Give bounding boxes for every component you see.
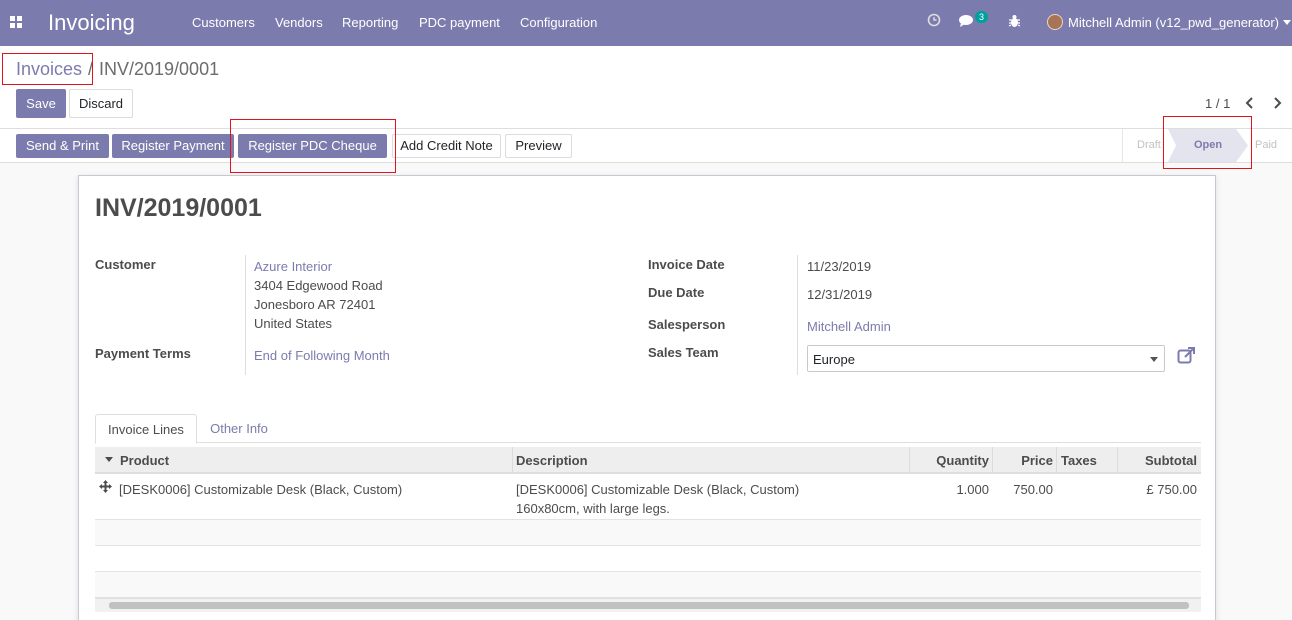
col-description[interactable]: Description — [516, 453, 588, 468]
annotation-box-open-stage — [1163, 116, 1252, 169]
salesperson-label: Salesperson — [648, 317, 726, 332]
col-quantity[interactable]: Quantity — [936, 453, 989, 468]
table-row[interactable]: [DESK0006] Customizable Desk (Black, Cus… — [95, 474, 1201, 520]
payment-terms-link[interactable]: End of Following Month — [254, 348, 390, 363]
statusbar: Send & Print Register Payment Register P… — [0, 128, 1292, 163]
menu-reporting[interactable]: Reporting — [342, 15, 398, 30]
control-panel: Invoices / INV/2019/0001 Save Discard 1 … — [0, 46, 1292, 128]
empty-row — [95, 546, 1201, 572]
customer-label: Customer — [95, 257, 156, 272]
sales-team-select[interactable]: Europe — [807, 345, 1165, 372]
apps-grid-icon[interactable] — [10, 16, 23, 29]
customer-address-line3: United States — [254, 316, 333, 331]
pager-value: 1 / 1 — [1205, 96, 1231, 111]
sales-team-label: Sales Team — [648, 345, 719, 360]
col-price[interactable]: Price — [1021, 453, 1053, 468]
menu-configuration[interactable]: Configuration — [520, 15, 597, 30]
register-payment-button[interactable]: Register Payment — [112, 134, 234, 158]
app-name: Invoicing — [48, 10, 135, 35]
row-description-line2: 160x80cm, with large legs. — [516, 501, 670, 516]
user-menu-name[interactable]: Mitchell Admin (v12_pwd_generator) — [1068, 15, 1279, 30]
left-group-divider — [245, 255, 246, 375]
sales-team-caret-icon — [1150, 357, 1158, 362]
scrollbar-thumb[interactable] — [109, 602, 1189, 609]
menu-customers[interactable]: Customers — [192, 15, 255, 30]
pager-previous-icon[interactable] — [1245, 97, 1255, 109]
tab-other-info[interactable]: Other Info — [197, 414, 281, 444]
payment-terms-label: Payment Terms — [95, 346, 191, 361]
due-date-value[interactable]: 12/31/2019 — [807, 287, 872, 302]
col-divider — [512, 447, 513, 472]
right-group-divider — [797, 255, 798, 375]
statusbar-divider — [1122, 129, 1123, 162]
drag-handle-icon[interactable] — [99, 480, 112, 493]
menu-vendors[interactable]: Vendors — [275, 15, 323, 30]
user-avatar[interactable] — [1047, 14, 1063, 30]
row-description-line1: [DESK0006] Customizable Desk (Black, Cus… — [516, 482, 800, 497]
empty-row — [95, 572, 1201, 598]
menu-pdc-payment[interactable]: PDC payment — [419, 15, 500, 30]
invoice-date-value[interactable]: 11/23/2019 — [807, 259, 871, 274]
debug-bug-icon[interactable] — [1008, 14, 1021, 28]
send-print-button[interactable]: Send & Print — [16, 134, 109, 158]
save-button[interactable]: Save — [16, 89, 66, 118]
customer-address-line2: Jonesboro AR 72401 — [254, 297, 376, 312]
external-link-icon[interactable] — [1177, 347, 1197, 365]
customer-link[interactable]: Azure Interior — [254, 259, 332, 274]
activity-clock-icon[interactable] — [927, 13, 941, 27]
col-divider — [992, 447, 993, 472]
invoice-lines-header: Product Description Quantity Price Taxes… — [95, 447, 1201, 474]
pager-next-icon[interactable] — [1272, 97, 1282, 109]
user-menu-caret-icon[interactable] — [1283, 20, 1291, 25]
row-product: [DESK0006] Customizable Desk (Black, Cus… — [119, 482, 403, 497]
row-subtotal: £ 750.00 — [1146, 482, 1197, 497]
messages-chat-icon[interactable] — [959, 14, 975, 28]
invoice-form-sheet: INV/2019/0001 Customer Azure Interior 34… — [78, 175, 1216, 620]
sales-team-value: Europe — [813, 352, 855, 367]
table-horizontal-scrollbar[interactable] — [95, 598, 1201, 612]
col-subtotal[interactable]: Subtotal — [1145, 453, 1197, 468]
tab-invoice-lines[interactable]: Invoice Lines — [95, 414, 197, 444]
messages-count-badge: 3 — [975, 11, 989, 23]
col-product[interactable]: Product — [120, 453, 169, 468]
top-navbar: Invoicing Customers Vendors Reporting PD… — [0, 0, 1292, 46]
empty-row — [95, 520, 1201, 546]
customer-address-line1: 3404 Edgewood Road — [254, 278, 383, 293]
col-taxes[interactable]: Taxes — [1061, 453, 1097, 468]
discard-button[interactable]: Discard — [69, 89, 133, 118]
annotation-box-breadcrumb — [2, 53, 93, 85]
row-quantity: 1.000 — [956, 482, 989, 497]
preview-button[interactable]: Preview — [505, 134, 572, 158]
col-divider — [909, 447, 910, 472]
row-price: 750.00 — [1013, 482, 1053, 497]
invoice-number-title: INV/2019/0001 — [95, 194, 262, 222]
sort-caret-icon[interactable] — [105, 457, 113, 462]
invoice-date-label: Invoice Date — [648, 257, 725, 272]
breadcrumb-current: INV/2019/0001 — [99, 59, 220, 79]
annotation-box-pdc-cheque — [230, 119, 396, 173]
add-credit-note-button[interactable]: Add Credit Note — [392, 134, 501, 158]
col-divider — [1117, 447, 1118, 472]
due-date-label: Due Date — [648, 285, 705, 300]
stage-draft[interactable]: Draft — [1137, 129, 1161, 162]
salesperson-link[interactable]: Mitchell Admin — [807, 319, 891, 334]
stage-paid[interactable]: Paid — [1255, 129, 1277, 162]
col-divider — [1056, 447, 1057, 472]
